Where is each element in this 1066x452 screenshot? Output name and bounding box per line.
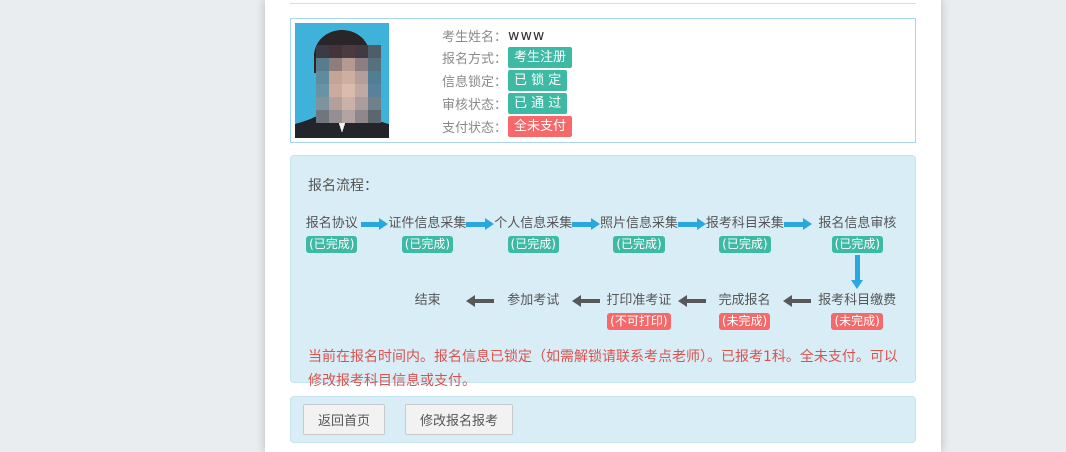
status-badge: (已完成) — [402, 236, 453, 253]
flow-step-subject-payment: 报考科目缴费 (未完成) — [811, 292, 903, 330]
arrow-right-icon — [466, 215, 494, 233]
back-home-button[interactable]: 返回首页 — [303, 404, 385, 435]
status-badge: (已完成) — [719, 236, 770, 253]
status-badge: (未完成) — [719, 313, 770, 330]
field-info-lock: 信息锁定： 已 锁 定 — [442, 70, 572, 91]
field-review-status: 审核状态： 已 通 过 — [442, 93, 572, 114]
flow-row-connector — [303, 255, 903, 289]
status-badge: (未完成) — [831, 313, 882, 330]
flow-step-personal-info: 个人信息采集 (已完成) — [494, 215, 572, 253]
field-candidate-name: 考生姓名： www — [442, 26, 572, 45]
flow-step-complete-registration: 完成报名 (未完成) — [706, 292, 784, 330]
main-content-area: 考生姓名： www 报名方式： 考生注册 信息锁定： 已 锁 定 审核状态： 已… — [265, 0, 941, 452]
top-divider — [290, 3, 916, 4]
flow-step-end: 结束 — [389, 292, 467, 310]
status-badge: (已完成) — [832, 236, 883, 253]
status-badge: (已完成) — [613, 236, 664, 253]
arrow-left-icon — [572, 292, 600, 310]
arrow-right-icon — [361, 215, 389, 233]
page-background: 考生姓名： www 报名方式： 考生注册 信息锁定： 已 锁 定 审核状态： 已… — [0, 0, 1066, 452]
registration-notice-text: 当前在报名时间内。报名信息已锁定（如需解锁请联系考点老师）。已报考1科。全未支付… — [308, 345, 898, 393]
registration-method-badge: 考生注册 — [508, 47, 572, 68]
flow-step-take-exam: 参加考试 — [494, 292, 572, 310]
payment-status-badge: 全未支付 — [508, 116, 572, 137]
review-status-badge: 已 通 过 — [508, 93, 567, 114]
field-registration-method: 报名方式： 考生注册 — [442, 47, 572, 68]
arrow-right-icon — [784, 215, 812, 233]
actions-panel: 返回首页 修改报名报考 — [290, 396, 916, 443]
candidate-photo — [295, 23, 389, 138]
field-label: 支付状态： — [442, 117, 508, 136]
field-payment-status: 支付状态： 全未支付 — [442, 116, 572, 137]
flow-step-photo-info: 照片信息采集 (已完成) — [600, 215, 678, 253]
flow-step-agreement: 报名协议 (已完成) — [303, 215, 361, 253]
modify-registration-button[interactable]: 修改报名报考 — [405, 404, 513, 435]
flow-step-info-review: 报名信息审核 (已完成) — [812, 215, 903, 253]
flow-title: 报名流程： — [308, 175, 903, 195]
info-lock-badge: 已 锁 定 — [508, 70, 567, 91]
arrow-down-icon — [851, 255, 863, 289]
candidate-name-value: www — [508, 28, 545, 44]
field-label: 信息锁定： — [442, 71, 508, 90]
arrow-left-icon — [466, 292, 494, 310]
arrow-left-icon — [783, 292, 811, 310]
field-label: 报名方式： — [442, 48, 508, 67]
field-label: 考生姓名： — [442, 26, 508, 45]
arrow-left-icon — [678, 292, 706, 310]
flow-step-credential-info: 证件信息采集 (已完成) — [388, 215, 466, 253]
flow-step-subject-selection: 报考科目采集 (已完成) — [706, 215, 784, 253]
flow-row-forward: 报名协议 (已完成) 证件信息采集 (已完成) 个人信息采集 (已完成) 照片信… — [303, 215, 903, 253]
field-label: 审核状态： — [442, 94, 508, 113]
status-badge: (不可打印) — [607, 313, 670, 330]
registration-flow-panel: 报名流程： 报名协议 (已完成) 证件信息采集 (已完成) 个人信息采集 (已完… — [290, 155, 916, 383]
status-badge: (已完成) — [306, 236, 357, 253]
status-badge: (已完成) — [508, 236, 559, 253]
candidate-fields: 考生姓名： www 报名方式： 考生注册 信息锁定： 已 锁 定 审核状态： 已… — [442, 23, 572, 138]
arrow-right-icon — [572, 215, 600, 233]
candidate-info-panel: 考生姓名： www 报名方式： 考生注册 信息锁定： 已 锁 定 审核状态： 已… — [290, 18, 916, 143]
arrow-right-icon — [678, 215, 706, 233]
flow-step-print-ticket: 打印准考证 (不可打印) — [600, 292, 678, 330]
flow-row-backward: 结束 参加考试 打印准考证 (不可打印) 完成报名 (未完成) — [303, 292, 903, 330]
